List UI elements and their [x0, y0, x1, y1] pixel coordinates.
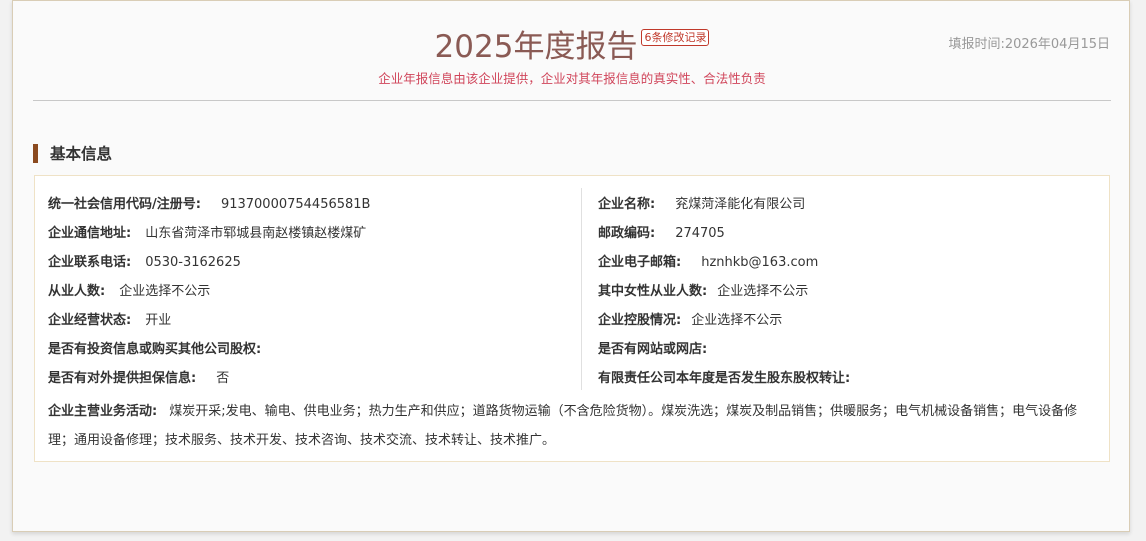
company-name-value: 兖煤菏泽能化有限公司	[675, 197, 806, 212]
status-row: 企业经营状态: 开业	[48, 312, 171, 330]
investment-label: 是否有投资信息或购买其他公司股权:	[48, 342, 262, 357]
status-value: 开业	[145, 313, 172, 328]
credit-code-label: 统一社会信用代码/注册号:	[48, 197, 201, 212]
email-row: 企业电子邮箱: hznhkb@163.com	[598, 254, 818, 272]
employees-value: 企业选择不公示	[119, 284, 211, 299]
holding-row: 企业控股情况: 企业选择不公示	[598, 312, 782, 330]
disclaimer-text: 企业年报信息由该企业提供，企业对其年报信息的真实性、合法性负责	[378, 71, 766, 86]
guarantee-row: 是否有对外提供担保信息: 否	[48, 370, 229, 388]
fill-time: 填报时间:2026年04月15日	[948, 37, 1110, 52]
column-divider	[581, 188, 582, 390]
header-divider	[33, 100, 1111, 101]
business-scope-label: 企业主营业务活动:	[48, 404, 158, 419]
postal-code-value: 274705	[675, 226, 725, 241]
female-employees-label: 其中女性从业人数:	[598, 284, 708, 299]
company-name-label: 企业名称:	[598, 197, 656, 212]
employees-label: 从业人数:	[48, 284, 106, 299]
section-marker	[33, 143, 38, 163]
status-label: 企业经营状态:	[48, 313, 132, 328]
equity-transfer-label: 有限责任公司本年度是否发生股东股权转让:	[598, 371, 851, 386]
business-scope-value: 煤炭开采;发电、输电、供电业务；热力生产和供应；道路货物运输（不含危险货物）。煤…	[48, 404, 1078, 448]
email-value: hznhkb@163.com	[701, 255, 819, 270]
female-employees-value: 企业选择不公示	[717, 284, 809, 299]
phone-label: 企业联系电话:	[48, 255, 132, 270]
guarantee-value: 否	[216, 371, 230, 386]
credit-code-value: 91370000754456581B	[220, 197, 371, 212]
equity-transfer-row: 有限责任公司本年度是否发生股东股权转让:	[598, 370, 864, 388]
holding-value: 企业选择不公示	[691, 313, 783, 328]
female-employees-row: 其中女性从业人数: 企业选择不公示	[598, 283, 808, 301]
employees-row: 从业人数: 企业选择不公示	[48, 283, 210, 301]
address-value: 山东省菏泽市郓城县南赵楼镇赵楼煤矿	[145, 226, 367, 241]
guarantee-label: 是否有对外提供担保信息:	[48, 371, 197, 386]
basic-info-panel: 统一社会信用代码/注册号: 91370000754456581B 企业通信地址: 山…	[34, 175, 1110, 462]
holding-label: 企业控股情况:	[598, 313, 682, 328]
phone-row: 企业联系电话: 0530-3162625	[48, 254, 241, 272]
phone-value: 0530-3162625	[145, 255, 241, 270]
postal-code-row: 邮政编码: 274705	[598, 225, 725, 243]
address-row: 企业通信地址: 山东省菏泽市郓城县南赵楼镇赵楼煤矿	[48, 225, 366, 243]
address-label: 企业通信地址:	[48, 226, 132, 241]
email-label: 企业电子邮箱:	[598, 255, 682, 270]
section-title: 基本信息	[50, 145, 113, 163]
investment-row: 是否有投资信息或购买其他公司股权:	[48, 341, 275, 359]
website-label: 是否有网站或网店:	[598, 342, 708, 357]
report-title: 2025年度报告	[434, 29, 638, 65]
credit-code-row: 统一社会信用代码/注册号: 91370000754456581B	[48, 196, 370, 214]
section-header-basic-info: 基本信息	[33, 143, 112, 163]
revision-records-badge[interactable]: 6条修改记录	[641, 29, 710, 46]
company-name-row: 企业名称: 兖煤菏泽能化有限公司	[598, 196, 805, 214]
website-row: 是否有网站或网店:	[598, 341, 721, 359]
report-card: 2025年度报告 6条修改记录 填报时间:2026年04月15日 企业年报信息由该…	[12, 0, 1130, 532]
postal-code-label: 邮政编码:	[598, 226, 656, 241]
business-scope-row: 企业主营业务活动: 煤炭开采;发电、输电、供电业务；热力生产和供应；道路货物运输（…	[48, 397, 1098, 455]
